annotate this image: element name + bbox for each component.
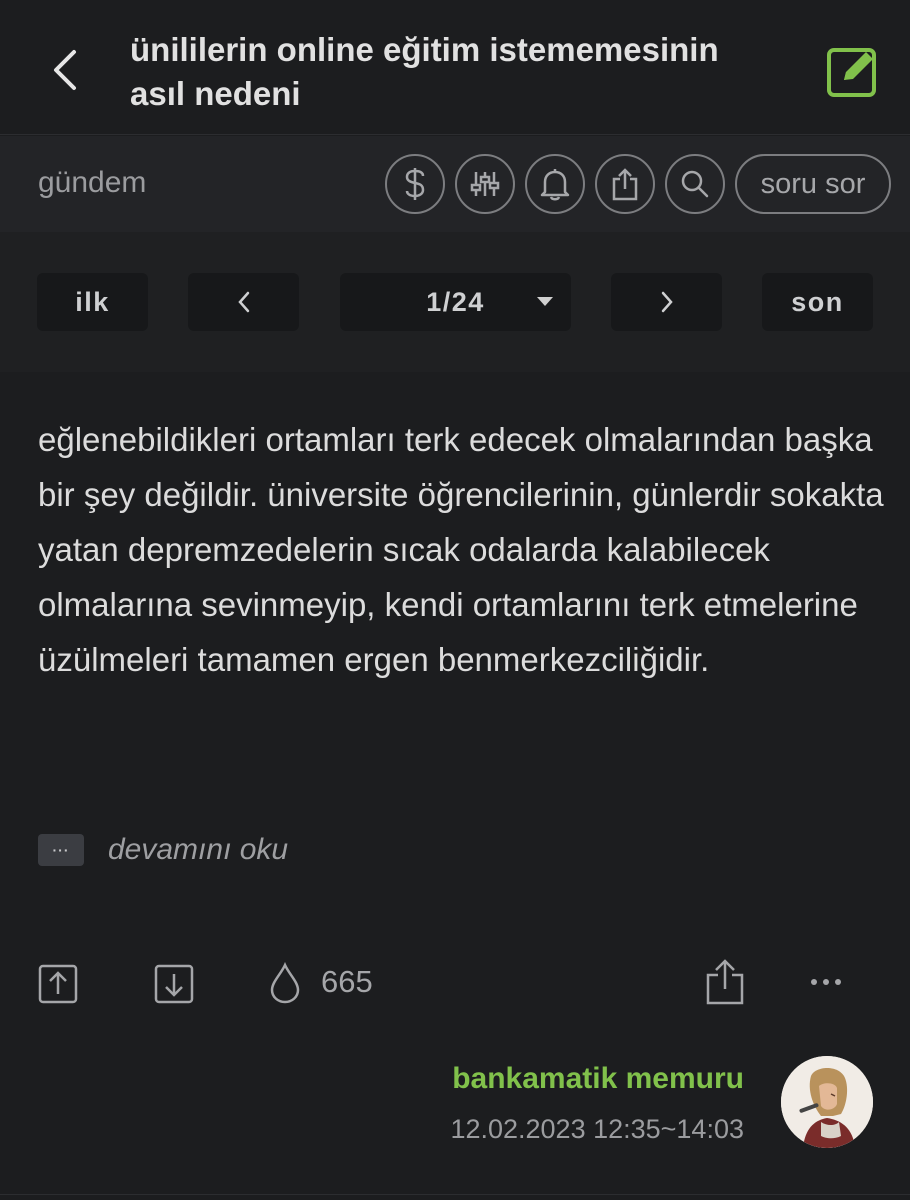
search-icon (681, 170, 709, 198)
sliders-icon (470, 172, 500, 196)
current-page: 1/24 (426, 286, 485, 317)
follow-button[interactable] (525, 154, 585, 214)
avatar[interactable] (781, 1056, 873, 1148)
edit-icon (827, 48, 876, 97)
back-button[interactable] (40, 42, 90, 98)
downvote-icon (154, 964, 194, 1004)
favorite-button[interactable] (268, 961, 302, 1009)
favorite-count[interactable]: 665 (321, 964, 373, 1000)
author-name[interactable]: bankamatik memuru (452, 1062, 744, 1096)
more-icon (811, 979, 841, 985)
read-more-label: devamını oku (108, 833, 289, 866)
divider (0, 1194, 910, 1195)
share-icon (706, 959, 744, 1005)
top-bar: ünililerin online eğitim istememesinin a… (0, 0, 910, 135)
channel-name[interactable]: gündem (38, 166, 146, 200)
pagination: ilk 1/24 son (0, 232, 910, 372)
ellipsis-badge: ··· (38, 834, 84, 866)
chevron-left-icon (54, 50, 76, 90)
share-topic-button[interactable] (595, 154, 655, 214)
avatar-image (781, 1056, 873, 1148)
upvote-button[interactable] (38, 964, 78, 1009)
entry-text: eğlenebildikleri ortamları terk edecek o… (38, 421, 884, 678)
bell-icon (540, 169, 570, 201)
page-selector[interactable]: 1/24 (340, 273, 571, 331)
drop-icon (270, 961, 300, 1004)
page-title[interactable]: ünililerin online eğitim istememesinin a… (130, 28, 780, 116)
next-page-button[interactable] (611, 273, 722, 331)
dollar-icon (405, 168, 425, 200)
edit-button[interactable] (826, 44, 880, 98)
caret-down-icon (537, 297, 553, 306)
read-more-link[interactable]: ··· devamını oku (38, 832, 288, 868)
share-entry-button[interactable] (704, 958, 746, 1011)
chevron-right-icon (661, 291, 673, 313)
ask-question-button[interactable]: soru sor (735, 154, 891, 214)
first-page-button[interactable]: ilk (37, 273, 148, 331)
share-icon (612, 168, 638, 201)
upvote-icon (38, 964, 78, 1004)
entry-date[interactable]: 12.02.2023 12:35~14:03 (450, 1114, 744, 1145)
more-options-button[interactable] (806, 972, 846, 997)
downvote-button[interactable] (154, 964, 194, 1009)
search-button[interactable] (665, 154, 725, 214)
donate-button[interactable] (385, 154, 445, 214)
filter-button[interactable] (455, 154, 515, 214)
channel-bar: gündem soru sor (0, 136, 910, 232)
chevron-left-icon (237, 291, 249, 313)
prev-page-button[interactable] (188, 273, 299, 331)
last-page-button[interactable]: son (762, 273, 873, 331)
